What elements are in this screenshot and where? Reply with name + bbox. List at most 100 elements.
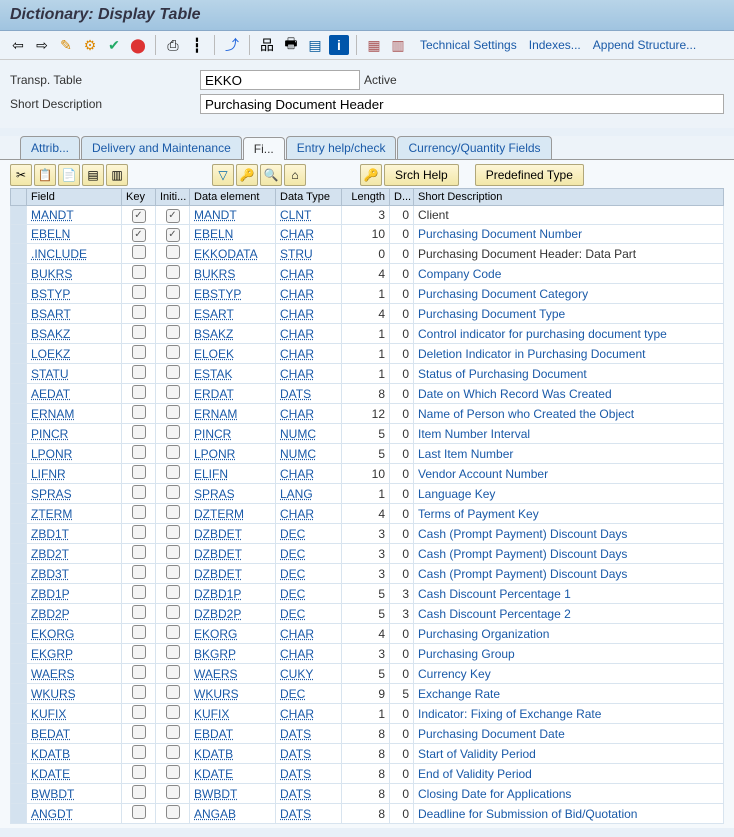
- cell-field[interactable]: EBELN: [27, 225, 122, 244]
- table-row[interactable]: KDATEKDATEDATS80End of Validity Period: [11, 764, 724, 784]
- cell-data-type[interactable]: DEC: [276, 604, 342, 624]
- cell-data-type[interactable]: CHAR: [276, 504, 342, 524]
- row-selector[interactable]: [11, 544, 27, 564]
- cell-data-type[interactable]: DATS: [276, 384, 342, 404]
- expand-icon[interactable]: ▽: [212, 164, 234, 186]
- cell-desc[interactable]: Language Key: [414, 484, 724, 504]
- cut-icon[interactable]: ✂: [10, 164, 32, 186]
- cell-init[interactable]: [156, 804, 190, 824]
- row-selector[interactable]: [11, 724, 27, 744]
- cell-desc[interactable]: Start of Validity Period: [414, 744, 724, 764]
- other-icon[interactable]: ⤴: [222, 35, 242, 55]
- cell-key[interactable]: [122, 504, 156, 524]
- table-row[interactable]: WKURSWKURSDEC95Exchange Rate: [11, 684, 724, 704]
- col-short-desc[interactable]: Short Description: [414, 189, 724, 206]
- table-row[interactable]: LPONRLPONRNUMC50Last Item Number: [11, 444, 724, 464]
- cell-desc[interactable]: Purchasing Group: [414, 644, 724, 664]
- cell-data-type[interactable]: NUMC: [276, 424, 342, 444]
- table-row[interactable]: MANDTMANDTCLNT30Client: [11, 206, 724, 225]
- cell-field[interactable]: ERNAM: [27, 404, 122, 424]
- cell-key[interactable]: [122, 225, 156, 244]
- cell-key[interactable]: [122, 804, 156, 824]
- cell-data-type[interactable]: STRU: [276, 244, 342, 264]
- find-icon[interactable]: 🔍: [260, 164, 282, 186]
- cell-field[interactable]: AEDAT: [27, 384, 122, 404]
- cell-data-element[interactable]: EKORG: [190, 624, 276, 644]
- row-selector[interactable]: [11, 584, 27, 604]
- cell-data-type[interactable]: DEC: [276, 584, 342, 604]
- row-selector[interactable]: [11, 284, 27, 304]
- row-selector[interactable]: [11, 384, 27, 404]
- table-row[interactable]: KDATBKDATBDATS80Start of Validity Period: [11, 744, 724, 764]
- cell-data-element[interactable]: BSAKZ: [190, 324, 276, 344]
- help-icon[interactable]: i: [329, 35, 349, 55]
- row-selector[interactable]: [11, 264, 27, 284]
- cell-init[interactable]: [156, 764, 190, 784]
- cell-data-element[interactable]: ERNAM: [190, 404, 276, 424]
- cell-field[interactable]: ZBD1P: [27, 584, 122, 604]
- row-selector[interactable]: [11, 244, 27, 264]
- cell-key[interactable]: [122, 564, 156, 584]
- cell-desc[interactable]: Purchasing Document Type: [414, 304, 724, 324]
- cell-key[interactable]: [122, 444, 156, 464]
- table-row[interactable]: SPRASSPRASLANG10Language Key: [11, 484, 724, 504]
- cell-field[interactable]: EKORG: [27, 624, 122, 644]
- cell-key[interactable]: [122, 784, 156, 804]
- row-selector[interactable]: [11, 684, 27, 704]
- table-row[interactable]: EBELNEBELNCHAR100Purchasing Document Num…: [11, 225, 724, 244]
- cell-desc[interactable]: End of Validity Period: [414, 764, 724, 784]
- table-row[interactable]: ANGDTANGABDATS80Deadline for Submission …: [11, 804, 724, 824]
- cell-data-element[interactable]: WAERS: [190, 664, 276, 684]
- table-row[interactable]: ZTERMDZTERMCHAR40Terms of Payment Key: [11, 504, 724, 524]
- paste-icon[interactable]: 📄: [58, 164, 80, 186]
- cell-desc[interactable]: Cash Discount Percentage 2: [414, 604, 724, 624]
- forward-icon[interactable]: ⇨: [32, 35, 52, 55]
- row-selector[interactable]: [11, 464, 27, 484]
- cell-desc[interactable]: Date on Which Record Was Created: [414, 384, 724, 404]
- cell-data-type[interactable]: CHAR: [276, 324, 342, 344]
- table-row[interactable]: ZBD3TDZBDETDEC30Cash (Prompt Payment) Di…: [11, 564, 724, 584]
- row-selector[interactable]: [11, 225, 27, 244]
- row-selector[interactable]: [11, 784, 27, 804]
- cell-key[interactable]: [122, 644, 156, 664]
- cell-desc[interactable]: Vendor Account Number: [414, 464, 724, 484]
- cell-data-element[interactable]: DZBDET: [190, 564, 276, 584]
- col-dec[interactable]: D...: [390, 189, 414, 206]
- check-icon[interactable]: ✔: [104, 35, 124, 55]
- cell-data-element[interactable]: EKKODATA: [190, 244, 276, 264]
- tab-currency[interactable]: Currency/Quantity Fields: [397, 136, 551, 159]
- cell-field[interactable]: BSART: [27, 304, 122, 324]
- table-row[interactable]: ZBD2PDZBD2PDEC53Cash Discount Percentage…: [11, 604, 724, 624]
- cell-desc[interactable]: Indicator: Fixing of Exchange Rate: [414, 704, 724, 724]
- cell-data-element[interactable]: ANGAB: [190, 804, 276, 824]
- cell-desc[interactable]: Client: [414, 206, 724, 225]
- cell-data-element[interactable]: DZBD2P: [190, 604, 276, 624]
- cell-field[interactable]: LPONR: [27, 444, 122, 464]
- cell-field[interactable]: ZBD3T: [27, 564, 122, 584]
- cell-desc[interactable]: Last Item Number: [414, 444, 724, 464]
- cell-init[interactable]: [156, 244, 190, 264]
- cell-key[interactable]: [122, 324, 156, 344]
- cell-desc[interactable]: Cash (Prompt Payment) Discount Days: [414, 564, 724, 584]
- cell-init[interactable]: [156, 264, 190, 284]
- cell-key[interactable]: [122, 424, 156, 444]
- find-next-icon[interactable]: ⌂: [284, 164, 306, 186]
- cell-key[interactable]: [122, 364, 156, 384]
- cell-key[interactable]: [122, 344, 156, 364]
- grid-icon[interactable]: ▥: [388, 35, 408, 55]
- cell-data-type[interactable]: NUMC: [276, 444, 342, 464]
- cell-key[interactable]: [122, 584, 156, 604]
- cell-data-type[interactable]: CHAR: [276, 344, 342, 364]
- cell-init[interactable]: [156, 364, 190, 384]
- cell-desc[interactable]: Deadline for Submission of Bid/Quotation: [414, 804, 724, 824]
- cell-init[interactable]: [156, 584, 190, 604]
- cell-data-type[interactable]: DATS: [276, 784, 342, 804]
- cell-data-element[interactable]: ERDAT: [190, 384, 276, 404]
- key-icon[interactable]: 🔑: [236, 164, 258, 186]
- table-row[interactable]: BEDATEBDATDATS80Purchasing Document Date: [11, 724, 724, 744]
- cell-field[interactable]: BEDAT: [27, 724, 122, 744]
- cell-key[interactable]: [122, 264, 156, 284]
- technical-settings-link[interactable]: Technical Settings: [420, 38, 517, 52]
- table-row[interactable]: .INCLUDEEKKODATASTRU00Purchasing Documen…: [11, 244, 724, 264]
- table-row[interactable]: ZBD1TDZBDETDEC30Cash (Prompt Payment) Di…: [11, 524, 724, 544]
